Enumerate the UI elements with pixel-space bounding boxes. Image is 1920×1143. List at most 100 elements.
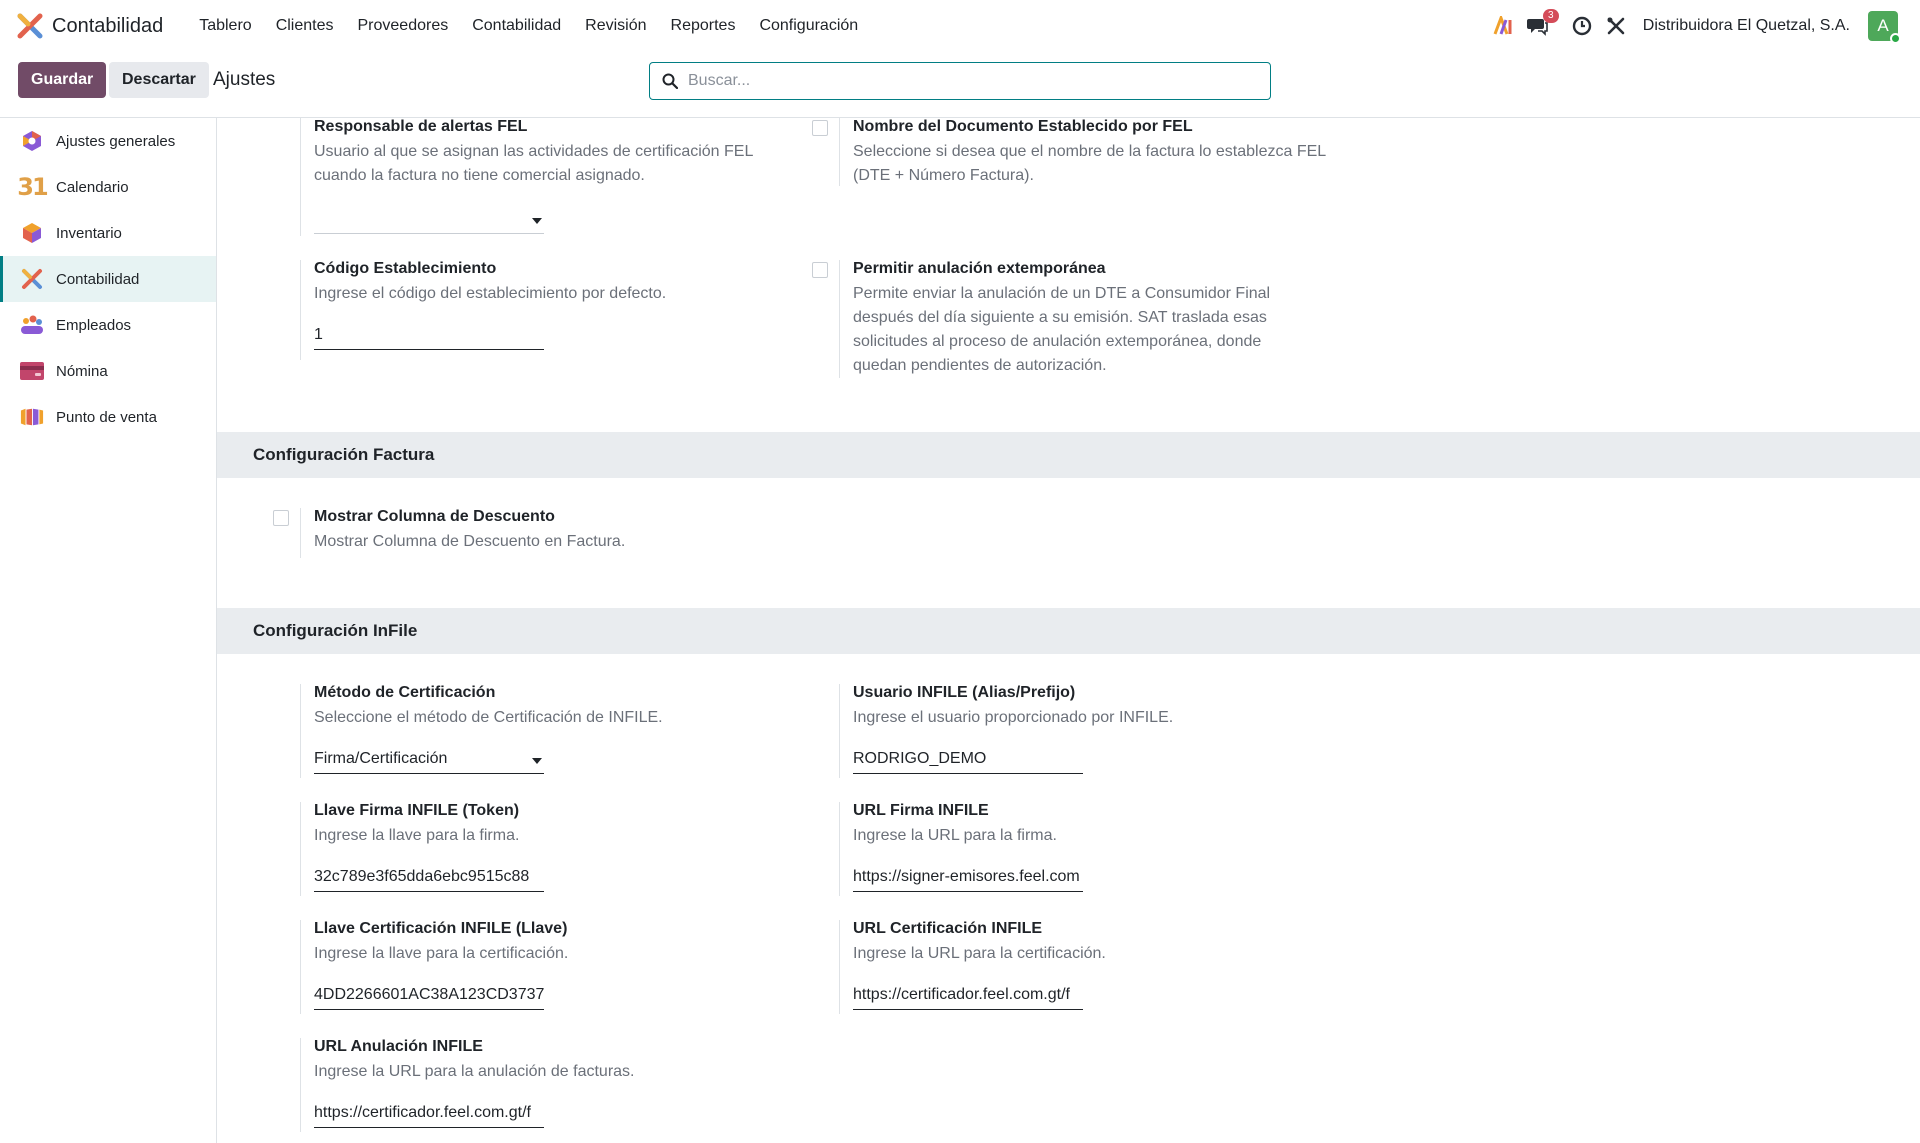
llave-cert-value: 4DD2266601AC38A123CD3737 — [314, 986, 544, 1003]
pos-app-icon — [20, 405, 44, 429]
setting-title: Mostrar Columna de Descuento — [314, 508, 555, 525]
sidebar-item-contabilidad[interactable]: Contabilidad — [0, 256, 216, 302]
llave-certificacion-input[interactable]: 4DD2266601AC38A123CD3737 — [314, 982, 544, 1010]
app-brand[interactable]: Contabilidad — [16, 12, 163, 40]
app-name: Contabilidad — [52, 14, 164, 37]
setting-title: Código Establecimiento — [314, 260, 497, 277]
save-button[interactable]: Guardar — [18, 62, 107, 98]
setting-divider — [300, 1038, 301, 1132]
menu-item-revision[interactable]: Revisión — [573, 17, 658, 35]
setting-description: Mostrar Columna de Descuento en Factura. — [314, 533, 626, 550]
clock-icon — [1572, 16, 1591, 36]
sidebar-item-empleados[interactable]: Empleados — [0, 302, 216, 348]
setting-divider — [300, 920, 301, 1014]
search-box[interactable] — [649, 62, 1271, 100]
setting-divider — [839, 802, 840, 896]
url-firma-input[interactable]: https://signer-emisores.feel.com — [853, 864, 1083, 892]
calendar-glyph: 31 — [17, 173, 48, 201]
nombre-documento-fel-checkbox[interactable] — [812, 120, 828, 136]
menu-item-contabilidad[interactable]: Contabilidad — [460, 17, 573, 35]
sidebar-item-label: Inventario — [56, 224, 122, 242]
setting-title: Usuario INFILE (Alias/Prefijo) — [853, 684, 1076, 701]
ai-icon — [1493, 16, 1512, 35]
codigo-value: 1 — [314, 326, 323, 343]
setting-description: Seleccione si desea que el nombre de la … — [853, 143, 1326, 184]
setting-description: Usuario al que se asignan las actividade… — [314, 143, 753, 184]
sidebar-item-ajustes-generales[interactable]: Ajustes generales — [0, 118, 216, 164]
setting-title: URL Certificación INFILE — [853, 920, 1043, 937]
company-switcher[interactable]: Distribuidora El Quetzal, S.A. — [1643, 17, 1850, 35]
setting-divider — [300, 802, 301, 896]
setting-llave-certificacion: Llave Certificación INFILE (Llave) Ingre… — [300, 920, 784, 1014]
setting-description: Seleccione el método de Certificación de… — [314, 709, 663, 726]
sidebar-item-label: Empleados — [56, 316, 132, 334]
menu-item-tablero[interactable]: Tablero — [187, 17, 263, 35]
setting-description: Ingrese la URL para la anulación de fact… — [314, 1063, 635, 1080]
setting-divider — [839, 920, 840, 1014]
accounting-app-icon — [20, 267, 44, 291]
section-title: Configuración Factura — [253, 445, 435, 464]
online-status-dot — [1890, 33, 1901, 44]
discard-button[interactable]: Descartar — [109, 62, 209, 98]
search-icon — [662, 73, 678, 89]
setting-description: Ingrese la llave para la certificación. — [314, 945, 569, 962]
main-menu: Tablero Clientes Proveedores Contabilida… — [187, 17, 870, 35]
url-cert-value: https://certificador.feel.com.gt/f — [853, 986, 1070, 1003]
systray: 3 Distribuidora El Quetzal, S.A. A — [1483, 9, 1901, 44]
metodo-value: Firma/Certificación — [314, 750, 448, 767]
menu-item-configuracion[interactable]: Configuración — [747, 17, 870, 35]
sidebar-item-label: Ajustes generales — [56, 132, 176, 150]
url-firma-value: https://signer-emisores.feel.com — [853, 868, 1080, 885]
section-title: Configuración InFile — [253, 621, 418, 640]
sidebar-item-inventario[interactable]: Inventario — [0, 210, 216, 256]
setting-description: Ingrese la llave para la firma. — [314, 827, 520, 844]
anulacion-extemporanea-checkbox[interactable] — [812, 262, 828, 278]
setting-description: Ingrese la URL para la firma. — [853, 827, 1057, 844]
url-anulacion-input[interactable]: https://certificador.feel.com.gt/f — [314, 1100, 544, 1128]
tools-icon — [1607, 17, 1625, 35]
codigo-establecimiento-input[interactable]: 1 — [314, 322, 544, 350]
menu-item-clientes[interactable]: Clientes — [264, 17, 346, 35]
setting-title: Permitir anulación extemporánea — [853, 260, 1106, 277]
payroll-app-icon — [20, 359, 44, 383]
setting-title: URL Anulación INFILE — [314, 1038, 483, 1055]
user-avatar[interactable]: A — [1868, 11, 1901, 44]
metodo-certificacion-select[interactable]: Firma/Certificación — [314, 746, 544, 774]
section-header-infile: Configuración InFile — [217, 608, 1920, 654]
setting-nombre-documento-fel: Nombre del Documento Establecido por FEL… — [839, 118, 1333, 188]
setting-description: Permite enviar la anulación de un DTE a … — [853, 285, 1271, 374]
control-panel: Guardar Descartar Ajustes — [0, 52, 1920, 118]
sidebar-item-punto-de-venta[interactable]: Punto de venta — [0, 394, 216, 440]
inventory-app-icon — [20, 221, 44, 245]
accounting-logo-icon — [17, 13, 43, 39]
setting-description: Ingrese el código del establecimiento po… — [314, 285, 667, 302]
setting-title: Llave Firma INFILE (Token) — [314, 802, 520, 819]
menu-item-proveedores[interactable]: Proveedores — [346, 17, 461, 35]
sidebar-item-calendario[interactable]: 31 Calendario — [0, 164, 216, 210]
setting-divider — [839, 260, 840, 378]
sidebar-item-label: Nómina — [56, 362, 108, 380]
messages-button[interactable]: 3 — [1525, 9, 1559, 39]
sidebar-item-label: Contabilidad — [56, 270, 140, 288]
setting-title: URL Firma INFILE — [853, 802, 989, 819]
setting-divider — [300, 260, 301, 360]
sidebar-item-nomina[interactable]: Nómina — [0, 348, 216, 394]
debug-tools-button[interactable] — [1603, 13, 1629, 39]
search-input[interactable] — [688, 72, 1248, 90]
setting-responsable-alertas-fel: Responsable de alertas FEL Usuario al qu… — [300, 118, 784, 236]
menu-item-reportes[interactable]: Reportes — [659, 17, 748, 35]
setting-title: Responsable de alertas FEL — [314, 118, 528, 135]
url-certificacion-input[interactable]: https://certificador.feel.com.gt/f — [853, 982, 1083, 1010]
responsable-alertas-select[interactable] — [314, 206, 544, 234]
setting-usuario-infile: Usuario INFILE (Alias/Prefijo) Ingrese e… — [839, 684, 1323, 778]
llave-firma-input[interactable]: 32c789e3f65dda6ebc9515c88 — [314, 864, 544, 892]
setting-description: Ingrese el usuario proporcionado por INF… — [853, 709, 1174, 726]
usuario-value: RODRIGO_DEMO — [853, 750, 987, 767]
settings-sidebar: Ajustes generales 31 Calendario Inventar… — [0, 118, 217, 1143]
ai-button[interactable] — [1491, 13, 1517, 39]
mostrar-descuento-checkbox[interactable] — [273, 510, 289, 526]
usuario-infile-input[interactable]: RODRIGO_DEMO — [853, 746, 1083, 774]
setting-url-anulacion: URL Anulación INFILE Ingrese la URL para… — [300, 1038, 784, 1132]
setting-llave-firma: Llave Firma INFILE (Token) Ingrese la ll… — [300, 802, 784, 896]
activity-button[interactable] — [1569, 13, 1595, 39]
